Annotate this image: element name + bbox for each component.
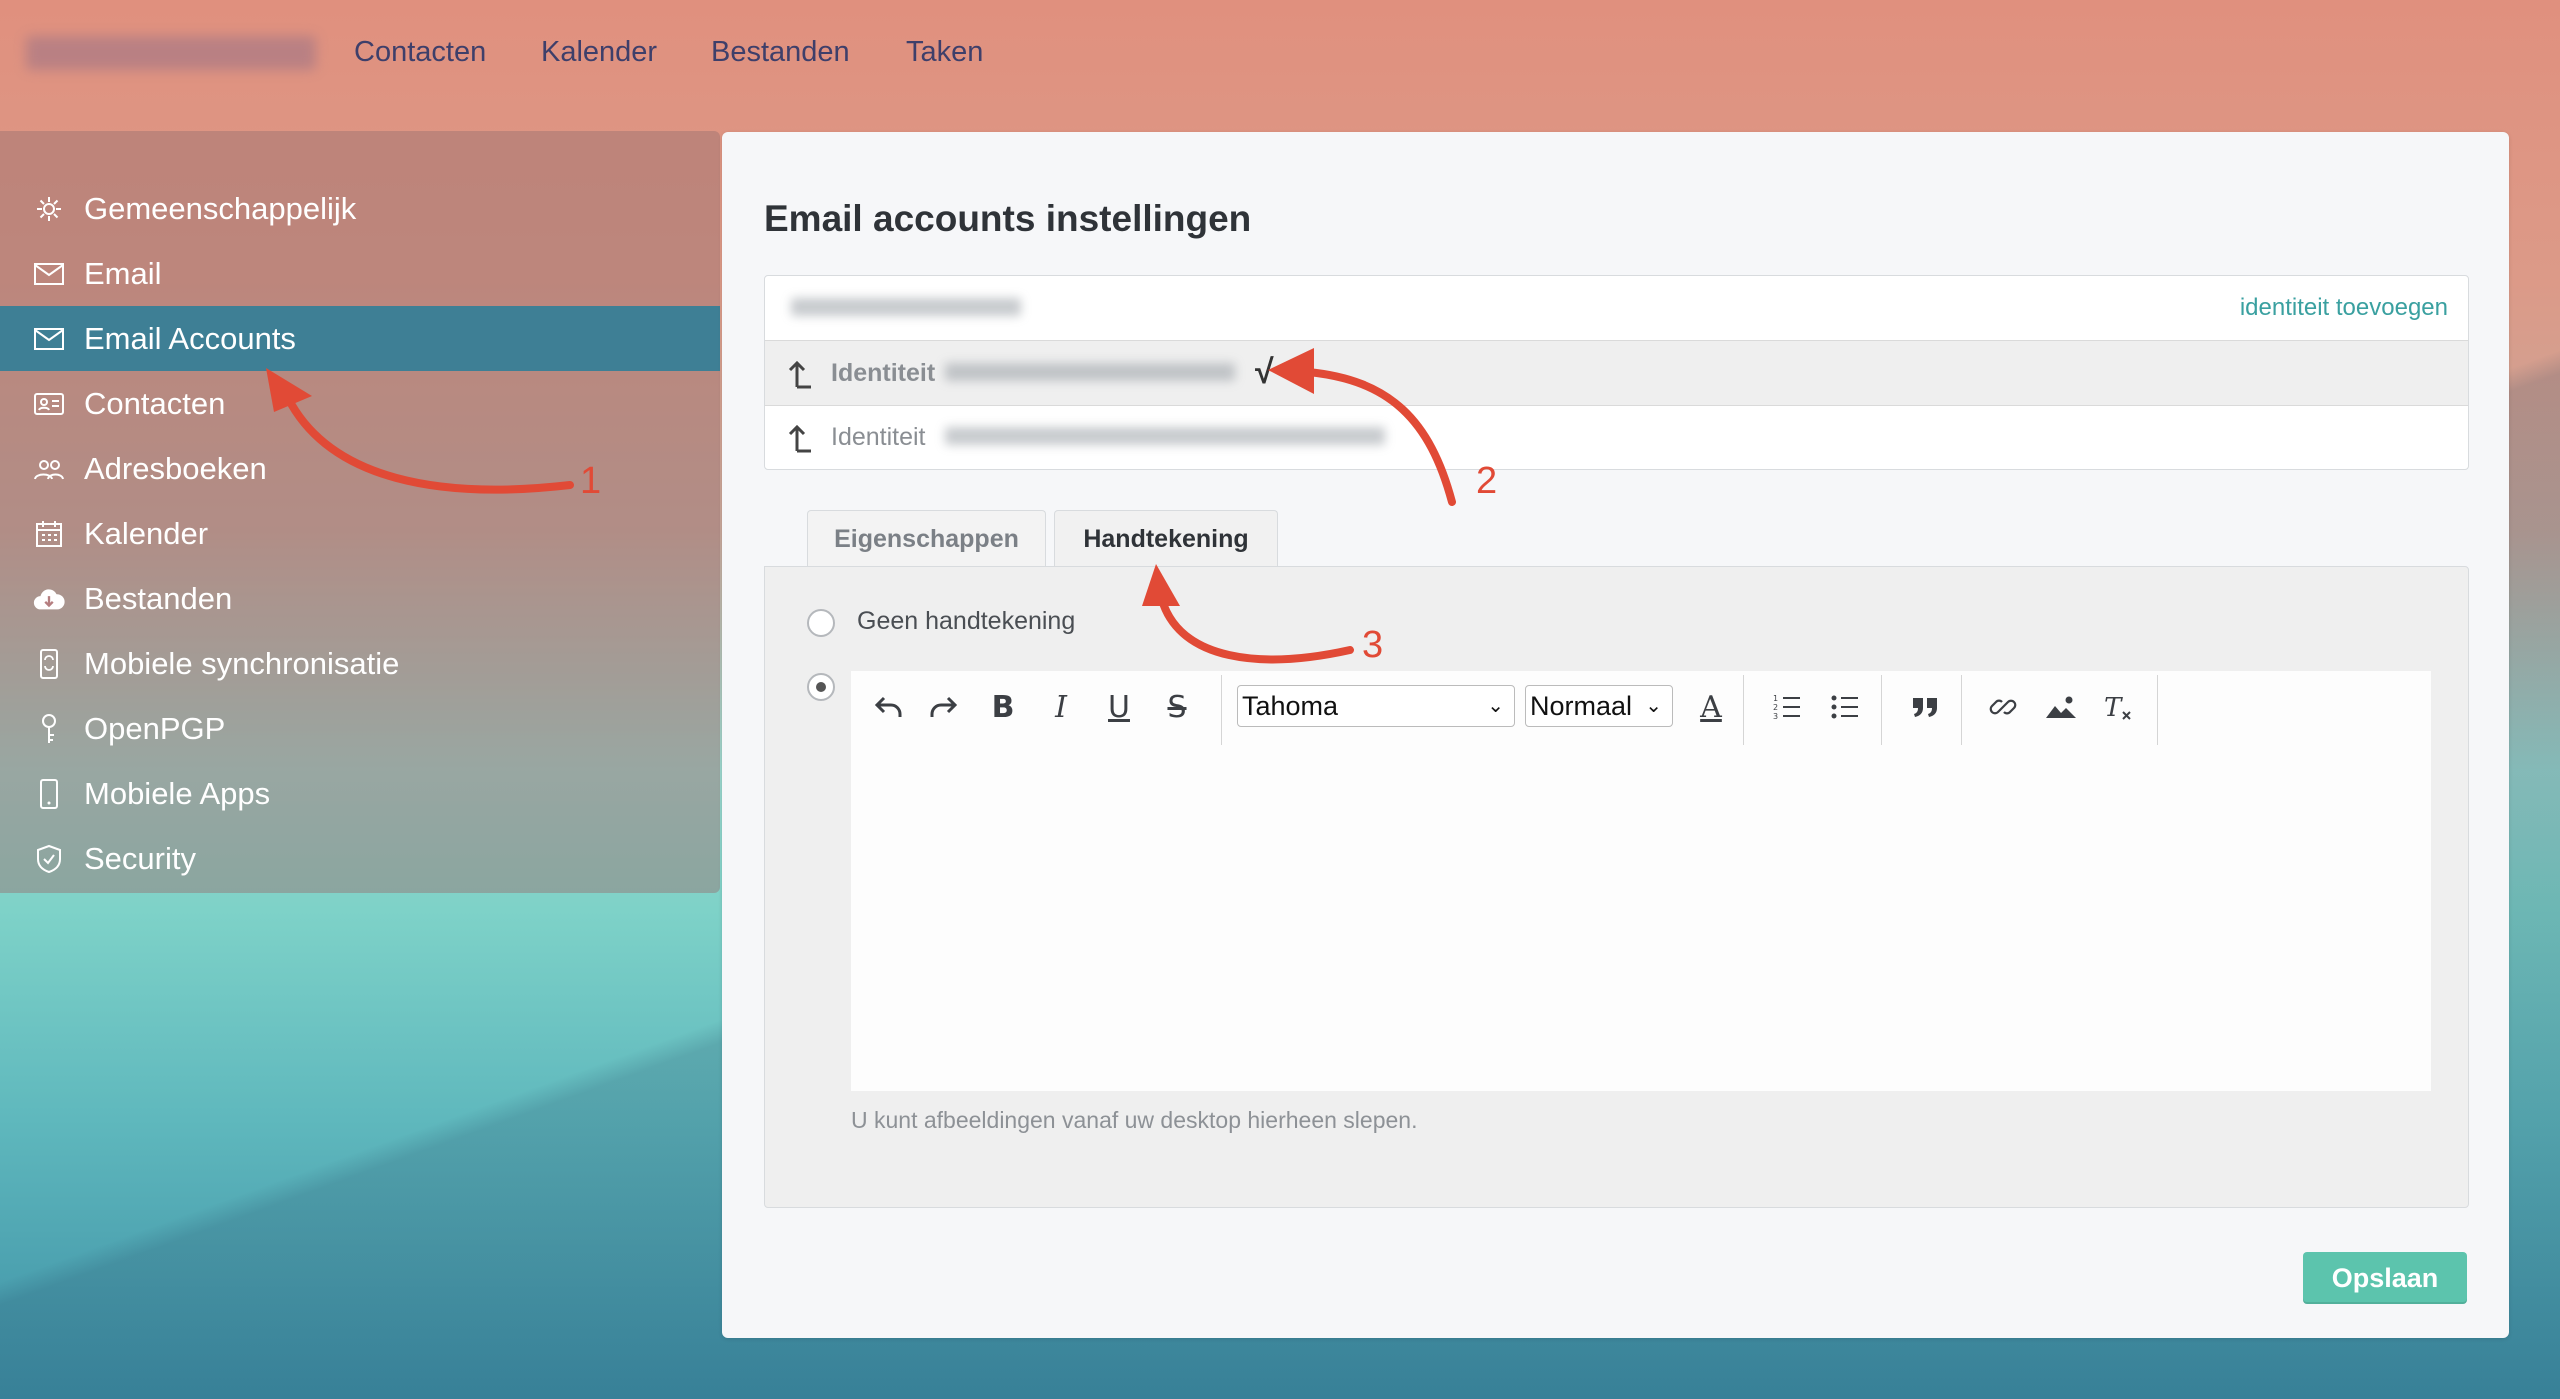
text-color-icon[interactable]: A — [1689, 685, 1733, 729]
svg-text:2: 2 — [1773, 703, 1778, 712]
sidebar-item-mobiele-apps[interactable]: Mobiele Apps — [0, 761, 720, 826]
envelope-icon — [32, 257, 66, 291]
tab-handtekening[interactable]: Handtekening — [1054, 510, 1278, 567]
sidebar-item-label: Mobiele Apps — [84, 775, 271, 811]
logo-blurred[interactable] — [26, 36, 316, 70]
sidebar-item-gemeenschappelijk[interactable]: Gemeenschappelijk — [0, 176, 720, 241]
signature-editor[interactable]: B I U S Tahoma ⌄ Normaal ⌄ A 123 T — [851, 671, 2431, 1091]
nav-kalender[interactable]: Kalender — [541, 36, 657, 69]
font-size-value: Normaal — [1530, 690, 1633, 721]
mobile-icon — [32, 777, 66, 811]
underline-icon[interactable]: U — [1097, 685, 1141, 729]
identity-arrow-icon — [788, 424, 811, 453]
people-icon — [32, 452, 66, 486]
chevron-down-icon: ⌄ — [1487, 695, 1504, 717]
signature-tab-content: Geen handtekening B I U S Tahoma ⌄ Norma… — [764, 566, 2469, 1208]
sidebar-item-label: Email Accounts — [84, 320, 296, 356]
ordered-list-icon[interactable]: 123 — [1765, 685, 1809, 729]
sidebar-item-label: Email — [84, 255, 162, 291]
account-list: identiteit toevoegen Identiteit √ Identi… — [764, 275, 2469, 470]
identity-label: Identiteit — [831, 423, 926, 451]
gear-icon — [32, 192, 66, 226]
chevron-down-icon: ⌄ — [1645, 695, 1662, 717]
toolbar-divider — [1221, 675, 1222, 745]
page-title: Email accounts instellingen — [764, 198, 1252, 239]
sidebar-item-adresboeken[interactable]: Adresboeken — [0, 436, 720, 501]
editor-toolbar: B I U S Tahoma ⌄ Normaal ⌄ A 123 T — [851, 671, 2431, 745]
font-family-select[interactable]: Tahoma ⌄ — [1237, 685, 1515, 727]
svg-text:3: 3 — [1773, 712, 1778, 721]
sidebar-item-label: Mobiele synchronisatie — [84, 645, 400, 681]
account-row[interactable]: identiteit toevoegen — [765, 276, 2468, 340]
sidebar-item-openpgp[interactable]: OpenPGP — [0, 696, 720, 761]
link-icon[interactable] — [1981, 685, 2025, 729]
identity-email-blurred — [945, 363, 1235, 381]
undo-icon[interactable] — [867, 685, 911, 729]
shield-icon — [32, 842, 66, 876]
identity-row[interactable]: Identiteit — [765, 405, 2468, 469]
account-email-blurred — [791, 298, 1021, 316]
no-signature-label: Geen handtekening — [857, 607, 1076, 635]
sidebar-item-label: Gemeenschappelijk — [84, 190, 357, 226]
identity-row-selected[interactable]: Identiteit √ — [765, 340, 2468, 406]
redo-icon[interactable] — [921, 685, 965, 729]
envelope-icon — [32, 322, 66, 356]
cloud-download-icon — [32, 582, 66, 616]
sidebar-item-label: Kalender — [84, 515, 209, 551]
drag-images-hint: U kunt afbeeldingen vanaf uw desktop hie… — [851, 1107, 1418, 1133]
identity-label: Identiteit — [831, 359, 936, 387]
add-identity-link[interactable]: identiteit toevoegen — [2240, 294, 2448, 322]
contact-card-icon — [32, 387, 66, 421]
blockquote-icon[interactable] — [1903, 685, 1947, 729]
identity-email-blurred — [945, 427, 1385, 445]
sidebar-item-email[interactable]: Email — [0, 241, 720, 306]
annotation-number-2: 2 — [1476, 460, 1498, 502]
annotation-number-3: 3 — [1362, 624, 1384, 666]
bold-icon[interactable]: B — [981, 685, 1025, 729]
sidebar-item-label: OpenPGP — [84, 710, 226, 746]
toolbar-divider — [1961, 675, 1962, 745]
sidebar-item-label: Contacten — [84, 385, 226, 421]
sidebar-item-mobiele-synchronisatie[interactable]: Mobiele synchronisatie — [0, 631, 720, 696]
sidebar-item-label: Bestanden — [84, 580, 233, 616]
toolbar-divider — [1743, 675, 1744, 745]
tab-eigenschappen[interactable]: Eigenschappen — [807, 510, 1046, 567]
settings-panel: Email accounts instellingen identiteit t… — [722, 132, 2509, 1338]
sidebar-item-bestanden[interactable]: Bestanden — [0, 566, 720, 631]
toolbar-divider — [2157, 675, 2158, 745]
key-icon — [32, 712, 66, 746]
bullet-list-icon[interactable] — [1823, 685, 1867, 729]
mobile-sync-icon — [32, 647, 66, 681]
italic-icon[interactable]: I — [1039, 685, 1083, 729]
svg-text:1: 1 — [1773, 694, 1778, 703]
save-button[interactable]: Opslaan — [2303, 1252, 2467, 1304]
image-icon[interactable] — [2039, 685, 2083, 729]
sidebar-item-label: Security — [84, 840, 196, 876]
nav-contacten[interactable]: Contacten — [354, 36, 486, 69]
top-nav: Contacten Kalender Bestanden Taken — [0, 0, 2560, 110]
sidebar-item-contacten[interactable]: Contacten — [0, 371, 720, 436]
no-signature-radio[interactable] — [807, 609, 835, 637]
font-family-value: Tahoma — [1242, 690, 1339, 721]
calendar-icon — [32, 517, 66, 551]
sidebar-item-security[interactable]: Security — [0, 826, 720, 891]
nav-bestanden[interactable]: Bestanden — [711, 36, 850, 69]
sidebar-item-label: Adresboeken — [84, 450, 267, 486]
annotation-number-1: 1 — [580, 460, 602, 502]
font-size-select[interactable]: Normaal ⌄ — [1525, 685, 1673, 727]
toolbar-divider — [1881, 675, 1882, 745]
svg-text:T: T — [2104, 693, 2123, 722]
settings-sidebar: Gemeenschappelijk Email Email Accounts C… — [0, 131, 720, 893]
custom-signature-radio[interactable] — [807, 673, 835, 701]
clear-formatting-icon[interactable]: T — [2097, 685, 2141, 729]
selected-check-icon: √ — [1255, 353, 1274, 391]
identity-arrow-icon — [788, 360, 811, 389]
sidebar-item-email-accounts[interactable]: Email Accounts — [0, 306, 720, 371]
strikethrough-icon[interactable]: S — [1155, 685, 1199, 729]
sidebar-item-kalender[interactable]: Kalender — [0, 501, 720, 566]
nav-taken[interactable]: Taken — [906, 36, 983, 69]
